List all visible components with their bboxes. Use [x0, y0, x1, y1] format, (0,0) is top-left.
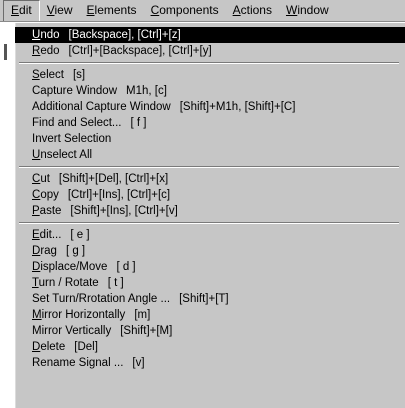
- menu-item-shortcut: [m]: [134, 309, 151, 321]
- menu-item-invert-selection[interactable]: Invert Selection: [15, 131, 405, 147]
- menu-view-rest: iew: [54, 2, 73, 17]
- menu-edit-rest: dit: [19, 2, 32, 17]
- menu-separator: [15, 59, 405, 67]
- menu-item-label: Edit...: [32, 229, 62, 241]
- menu-view-mnemonic: V: [46, 2, 55, 17]
- menu-item-turn-rotate[interactable]: Turn / Rotate [ t ]: [15, 275, 405, 291]
- menu-item-label: Find and Select...: [32, 117, 122, 129]
- menu-window-mnemonic: W: [285, 2, 298, 17]
- menu-item-undo[interactable]: Undo [Backspace], [Ctrl]+[z]: [15, 27, 405, 43]
- menu-components-rest: omponents: [159, 2, 219, 17]
- menu-item-rename-signal[interactable]: Rename Signal ... [v]: [15, 355, 405, 371]
- menu-item-delete[interactable]: Delete [Del]: [15, 339, 405, 355]
- menu-actions-mnemonic: A: [232, 2, 241, 17]
- menu-item-cut[interactable]: Cut [Shift]+[Del], [Ctrl]+[x]: [15, 171, 405, 187]
- menu-item-shortcut: [ f ]: [130, 117, 147, 129]
- menu-item-label: Select: [32, 69, 64, 81]
- menu-item-shortcut: [Del]: [74, 341, 98, 353]
- menu-item-capture-window[interactable]: Capture Window M1h, [c]: [15, 83, 405, 99]
- menu-elements-mnemonic: E: [86, 2, 95, 17]
- menu-item-edit[interactable]: Edit... [ e ]: [15, 227, 405, 243]
- menu-item-label: Copy: [32, 189, 59, 201]
- menu-window[interactable]: Window: [279, 1, 336, 21]
- menu-components[interactable]: Components: [144, 1, 226, 21]
- menu-item-label: Capture Window: [32, 85, 118, 97]
- menu-item-shortcut: [Backspace], [Ctrl]+[z]: [68, 29, 181, 41]
- menu-item-find-and-select[interactable]: Find and Select... [ f ]: [15, 115, 405, 131]
- menu-item-label: Set Turn/Rrotation Angle ...: [32, 293, 171, 305]
- menu-item-shortcut: [Shift]+[Del], [Ctrl]+[x]: [58, 173, 169, 185]
- menu-item-label: Rename Signal ...: [32, 357, 124, 369]
- menu-item-additional-capture-window[interactable]: Additional Capture Window [Shift]+M1h, [S…: [15, 99, 405, 115]
- menu-item-redo[interactable]: Redo [Ctrl]+[Backspace], [Ctrl]+[y]: [15, 43, 405, 59]
- menu-item-label: Mirror Vertically: [32, 325, 112, 337]
- menu-item-label: Drag: [32, 245, 57, 257]
- menu-bar: Edit View Elements Components Actions Wi…: [0, 0, 405, 22]
- menu-item-label: Mirror Horizontally: [32, 309, 126, 321]
- menu-item-shortcut: M1h, [c]: [126, 85, 167, 97]
- menu-item-shortcut: [ e ]: [70, 229, 90, 241]
- menu-edit[interactable]: Edit: [3, 0, 40, 21]
- menu-view[interactable]: View: [40, 1, 80, 21]
- menu-item-shortcut: [s]: [72, 69, 86, 81]
- menu-item-shortcut: [Ctrl]+[Ins], [Ctrl]+[c]: [67, 189, 171, 201]
- menu-item-copy[interactable]: Copy [Ctrl]+[Ins], [Ctrl]+[c]: [15, 187, 405, 203]
- menu-item-label: Turn / Rotate: [32, 277, 99, 289]
- menu-actions[interactable]: Actions: [226, 1, 279, 21]
- menu-item-mirror-vertically[interactable]: Mirror Vertically [Shift]+[M]: [15, 323, 405, 339]
- background-window-edge: [0, 22, 15, 408]
- background-window-mark: [4, 44, 7, 60]
- menu-item-shortcut: [Shift]+[T]: [179, 293, 229, 305]
- menu-item-shortcut: [Ctrl]+[Backspace], [Ctrl]+[y]: [68, 45, 212, 57]
- menu-item-paste[interactable]: Paste [Shift]+[Ins], [Ctrl]+[v]: [15, 203, 405, 219]
- menu-window-rest: indow: [297, 2, 329, 17]
- menu-item-shortcut: [Shift]+[M]: [120, 325, 173, 337]
- menu-item-shortcut: [ t ]: [107, 277, 124, 289]
- menu-item-shortcut: [Shift]+[Ins], [Ctrl]+[v]: [70, 205, 178, 217]
- menu-item-label: Additional Capture Window: [32, 101, 171, 113]
- menu-elements[interactable]: Elements: [80, 1, 144, 21]
- menu-item-mirror-horizontally[interactable]: Mirror Horizontally [m]: [15, 307, 405, 323]
- menu-item-label: Paste: [32, 205, 62, 217]
- menu-item-displace-move[interactable]: Displace/Move [ d ]: [15, 259, 405, 275]
- menu-item-label: Cut: [32, 173, 50, 185]
- menu-separator: [15, 219, 405, 227]
- menu-edit-mnemonic: E: [11, 2, 20, 17]
- menu-item-shortcut: [Shift]+M1h, [Shift]+[C]: [179, 101, 296, 113]
- menu-components-mnemonic: C: [150, 2, 160, 17]
- menu-actions-rest: ctions: [240, 2, 272, 17]
- menu-item-shortcut: [ g ]: [65, 245, 86, 257]
- menu-item-label: Displace/Move: [32, 261, 108, 273]
- menu-item-unselect-all[interactable]: Unselect All: [15, 147, 405, 163]
- menu-item-label: Redo: [32, 45, 60, 57]
- menu-item-shortcut: [v]: [132, 357, 145, 369]
- menu-item-label: Undo: [32, 29, 60, 41]
- menu-item-drag[interactable]: Drag [ g ]: [15, 243, 405, 259]
- menu-elements-rest: lements: [94, 2, 137, 17]
- menu-item-label: Invert Selection: [32, 133, 112, 145]
- menu-item-select[interactable]: Select [s]: [15, 67, 405, 83]
- menu-separator: [15, 163, 405, 171]
- menu-item-label: Delete: [32, 341, 66, 353]
- menu-item-set-turn-rrotation-angle[interactable]: Set Turn/Rrotation Angle ... [Shift]+[T]: [15, 291, 405, 307]
- menu-item-label: Unselect All: [32, 149, 93, 161]
- edit-dropdown-menu: Undo [Backspace], [Ctrl]+[z] Redo [Ctrl]+[B…: [14, 22, 405, 408]
- menu-item-shortcut: [ d ]: [116, 261, 136, 273]
